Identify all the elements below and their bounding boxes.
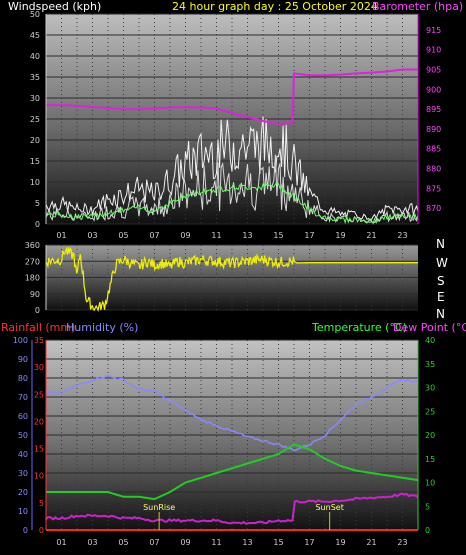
dewpoint-label: Dew Point (°C) — [393, 321, 466, 334]
humidity-tick-label: 20 — [18, 488, 28, 497]
barometer-label: Barometer (hpa) — [372, 0, 463, 13]
humidity-tick-label: 0 — [23, 526, 28, 535]
wind-x-tick-label: 13 — [242, 231, 252, 240]
wind-tick-label: 45 — [30, 31, 40, 40]
wind-tick-label: 5 — [35, 199, 40, 208]
temp-x-tick-label: 09 — [180, 538, 190, 547]
chart-title: 24 hour graph day : 25 October 2024 — [172, 0, 378, 13]
direction-tick-label: 0 — [35, 306, 40, 315]
sunrise-label: SunRise — [143, 503, 175, 512]
direction-tick-label: 90 — [30, 290, 40, 299]
direction-tick-label: 360 — [25, 241, 40, 250]
baro-tick-label: 890 — [426, 125, 441, 134]
baro-tick-label: 870 — [426, 204, 441, 213]
wind-x-tick-label: 19 — [335, 231, 345, 240]
wind-tick-label: 10 — [30, 178, 40, 187]
temp-x-tick-label: 01 — [56, 538, 66, 547]
rain-tick-label: 5 — [39, 499, 44, 508]
temp-tick-label: 35 — [425, 360, 435, 369]
wind-x-tick-label: 23 — [397, 231, 407, 240]
windspeed-label: Windspeed (kph) — [8, 0, 101, 13]
temp-x-tick-label: 03 — [87, 538, 97, 547]
humidity-tick-label: 60 — [18, 412, 28, 421]
wind-x-tick-label: 17 — [304, 231, 314, 240]
temp-x-tick-label: 05 — [118, 538, 128, 547]
baro-tick-label: 875 — [426, 184, 441, 193]
baro-tick-label: 910 — [426, 46, 441, 55]
rain-tick-label: 20 — [34, 417, 44, 426]
temp-tick-label: 40 — [425, 336, 435, 345]
temp-x-tick-label: 13 — [242, 538, 252, 547]
humidity-tick-label: 40 — [18, 450, 28, 459]
temp-tick-label: 15 — [425, 455, 435, 464]
wind-tick-label: 20 — [30, 136, 40, 145]
rain-tick-label: 25 — [34, 390, 44, 399]
temp-x-tick-label: 17 — [304, 538, 314, 547]
temp-tick-label: 30 — [425, 384, 435, 393]
wind-x-tick-label: 21 — [366, 231, 376, 240]
temp-tick-label: 5 — [425, 502, 430, 511]
wind-x-tick-label: 05 — [118, 231, 128, 240]
humidity-tick-label: 30 — [18, 469, 28, 478]
wind-x-tick-label: 07 — [149, 231, 159, 240]
temp-x-tick-label: 07 — [149, 538, 159, 547]
temp-tick-label: 25 — [425, 407, 435, 416]
wind-x-tick-label: 03 — [87, 231, 97, 240]
temp-x-tick-label: 19 — [335, 538, 345, 547]
compass-n-bottom: N — [436, 307, 445, 321]
wind-x-tick-label: 15 — [273, 231, 283, 240]
compass-s: S — [437, 274, 445, 288]
temp-x-tick-label: 23 — [397, 538, 407, 547]
wind-x-tick-label: 11 — [211, 231, 221, 240]
temp-tick-label: 0 — [425, 526, 430, 535]
temp-x-tick-label: 11 — [211, 538, 221, 547]
temp-x-tick-label: 15 — [273, 538, 283, 547]
compass-w: W — [436, 256, 448, 270]
compass-e: E — [437, 290, 445, 304]
humidity-label: Humidity (%) — [66, 321, 138, 334]
baro-tick-label: 880 — [426, 165, 441, 174]
wind-tick-label: 40 — [30, 52, 40, 61]
weather-graph: SunRise SunSet 05101520253035404550870875… — [1, 0, 466, 547]
baro-tick-label: 905 — [426, 65, 441, 74]
temp-tick-label: 20 — [425, 431, 435, 440]
rain-tick-label: 0 — [39, 526, 44, 535]
direction-tick-label: 180 — [25, 274, 40, 283]
baro-tick-label: 885 — [426, 145, 441, 154]
compass-n-top: N — [436, 237, 445, 251]
baro-tick-label: 895 — [426, 105, 441, 114]
sunset-label: SunSet — [315, 503, 343, 512]
wind-tick-label: 0 — [35, 220, 40, 229]
temp-x-tick-label: 21 — [366, 538, 376, 547]
rain-tick-label: 10 — [34, 472, 44, 481]
temp-tick-label: 10 — [425, 479, 435, 488]
baro-tick-label: 915 — [426, 26, 441, 35]
rain-tick-label: 30 — [34, 363, 44, 372]
humidity-tick-label: 90 — [18, 355, 28, 364]
rainfall-label: Rainfall (mm) — [1, 321, 75, 334]
direction-tick-label: 270 — [25, 257, 40, 266]
wind-x-tick-label: 09 — [180, 231, 190, 240]
humidity-tick-label: 80 — [18, 374, 28, 383]
wind-tick-label: 15 — [30, 157, 40, 166]
rain-tick-label: 35 — [34, 336, 44, 345]
wind-x-tick-label: 01 — [56, 231, 66, 240]
wind-tick-label: 25 — [30, 115, 40, 124]
rain-tick-label: 15 — [34, 445, 44, 454]
baro-tick-label: 900 — [426, 85, 441, 94]
humidity-tick-label: 100 — [13, 336, 28, 345]
wind-tick-label: 35 — [30, 73, 40, 82]
wind-tick-label: 30 — [30, 94, 40, 103]
humidity-tick-label: 10 — [18, 507, 28, 516]
humidity-tick-label: 70 — [18, 393, 28, 402]
humidity-tick-label: 50 — [18, 431, 28, 440]
